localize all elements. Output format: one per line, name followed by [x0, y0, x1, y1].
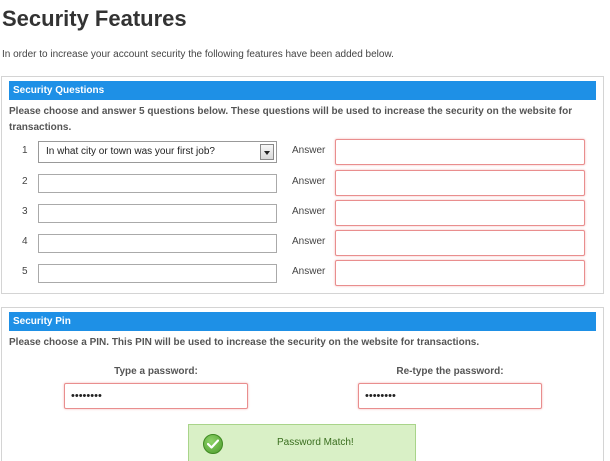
answer-input-5[interactable]	[335, 260, 585, 286]
answer-input-1[interactable]	[335, 139, 585, 165]
answer-label: Answer	[292, 145, 326, 156]
question-number: 3	[22, 206, 28, 217]
security-questions-description: Please choose and answer 5 questions bel…	[9, 106, 573, 133]
question-input-3[interactable]	[38, 204, 277, 223]
security-questions-header: Security Questions	[9, 81, 596, 100]
retype-password-input[interactable]: ••••••••	[358, 383, 542, 409]
answer-input-4[interactable]	[335, 230, 585, 256]
question-number: 5	[22, 266, 28, 277]
chevron-down-icon[interactable]	[260, 144, 274, 160]
question-number: 4	[22, 236, 28, 247]
page-title: Security Features	[2, 6, 187, 31]
question-row-1: 1 In what city or town was your first jo…	[2, 139, 603, 165]
answer-label: Answer	[292, 206, 326, 217]
check-circle-icon	[203, 434, 223, 454]
question-row-3: 3 Answer	[2, 200, 603, 226]
answer-label: Answer	[292, 236, 326, 247]
retype-password-label: Re-type the password:	[396, 366, 504, 377]
page-intro: In order to increase your account securi…	[2, 49, 394, 60]
security-pin-description: Please choose a PIN. This PIN will be us…	[9, 337, 480, 348]
security-pin-header: Security Pin	[9, 312, 596, 331]
question-number: 2	[22, 176, 28, 187]
question-number: 1	[22, 145, 28, 156]
question-row-5: 5 Answer	[2, 260, 603, 286]
question-input-2[interactable]	[38, 174, 277, 193]
answer-input-3[interactable]	[335, 200, 585, 226]
answer-label: Answer	[292, 176, 326, 187]
answer-label: Answer	[292, 266, 326, 277]
security-questions-panel: Security Questions Please choose and ans…	[1, 76, 604, 294]
answer-input-2[interactable]	[335, 170, 585, 196]
password-label: Type a password:	[114, 366, 198, 377]
question-input-5[interactable]	[38, 264, 277, 283]
security-pin-panel: Security Pin Please choose a PIN. This P…	[1, 307, 604, 461]
password-input[interactable]: ••••••••	[64, 383, 248, 409]
question-input-4[interactable]	[38, 234, 277, 253]
question-row-2: 2 Answer	[2, 170, 603, 196]
question-row-4: 4 Answer	[2, 230, 603, 256]
question-select-value: In what city or town was your first job?	[46, 146, 215, 157]
question-select-1[interactable]: In what city or town was your first job?	[38, 141, 277, 163]
password-match-text: Password Match!	[277, 437, 354, 448]
password-match-status: Password Match!	[188, 424, 416, 461]
